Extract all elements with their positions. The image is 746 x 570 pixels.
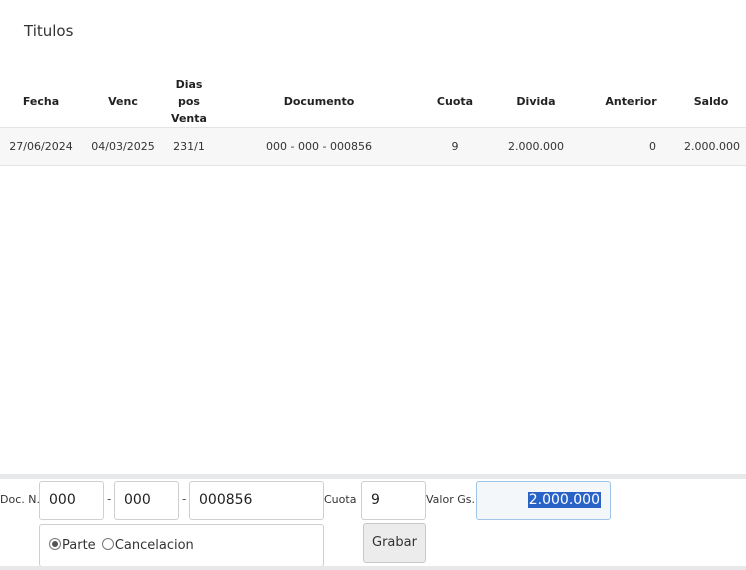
radio-cancelacion[interactable] bbox=[101, 538, 114, 550]
radio-parte[interactable] bbox=[49, 538, 61, 550]
col-header-fecha[interactable]: Fecha bbox=[0, 76, 82, 128]
valor-input[interactable]: 2.000.000 bbox=[476, 481, 611, 520]
radio-parte-label[interactable]: Parte bbox=[62, 538, 96, 553]
doc-part2-input[interactable]: 000 bbox=[114, 481, 179, 520]
col-header-saldo[interactable]: Saldo bbox=[676, 76, 746, 128]
table-row[interactable]: 27/06/2024 04/03/2025 231/1 000 - 000 - … bbox=[0, 127, 746, 166]
cell-fecha: 27/06/2024 bbox=[0, 127, 82, 166]
cell-documento: 000 - 000 - 000856 bbox=[214, 127, 424, 166]
doc-number-label: Doc. N.: bbox=[0, 493, 44, 506]
cell-saldo: 2.000.000 bbox=[676, 127, 746, 166]
titles-table: Fecha Venc Dias pos Venta Documento Cuota… bbox=[0, 76, 746, 166]
col-header-divida[interactable]: Divida bbox=[486, 76, 586, 128]
col-header-dias[interactable]: Dias pos Venta bbox=[164, 76, 214, 128]
bottom-divider bbox=[0, 566, 746, 570]
col-header-cuota[interactable]: Cuota bbox=[424, 76, 486, 128]
doc-part3-input[interactable]: 000856 bbox=[189, 481, 324, 520]
col-header-anterior[interactable]: Anterior bbox=[586, 76, 676, 128]
cuota-label: Cuota : bbox=[324, 493, 364, 506]
col-header-venc[interactable]: Venc bbox=[82, 76, 164, 128]
radio-cancelacion-label[interactable]: Cancelacion bbox=[115, 538, 194, 553]
valor-label: Valor Gs.: bbox=[426, 493, 479, 506]
col-header-documento[interactable]: Documento bbox=[214, 76, 424, 128]
cell-cuota: 9 bbox=[424, 127, 486, 166]
doc-part1-input[interactable]: 000 bbox=[39, 481, 104, 520]
col-header-dias-line1: Dias pos bbox=[175, 78, 203, 108]
cell-anterior: 0 bbox=[586, 127, 676, 166]
payment-type-group: Parte Cancelacion bbox=[39, 524, 324, 567]
section-title: Titulos bbox=[24, 22, 74, 40]
cuota-input[interactable]: 9 bbox=[361, 481, 426, 520]
cell-dias: 231/1 bbox=[164, 127, 214, 166]
form-divider bbox=[0, 474, 746, 479]
col-header-dias-line2: Venta bbox=[171, 112, 207, 125]
doc-separator-1: - bbox=[107, 492, 112, 506]
save-button[interactable]: Grabar bbox=[363, 523, 426, 563]
cell-venc: 04/03/2025 bbox=[82, 127, 164, 166]
doc-separator-2: - bbox=[182, 492, 187, 506]
valor-selected-text: 2.000.000 bbox=[527, 492, 601, 508]
cell-divida: 2.000.000 bbox=[486, 127, 586, 166]
table-header-row: Fecha Venc Dias pos Venta Documento Cuota… bbox=[0, 76, 746, 128]
